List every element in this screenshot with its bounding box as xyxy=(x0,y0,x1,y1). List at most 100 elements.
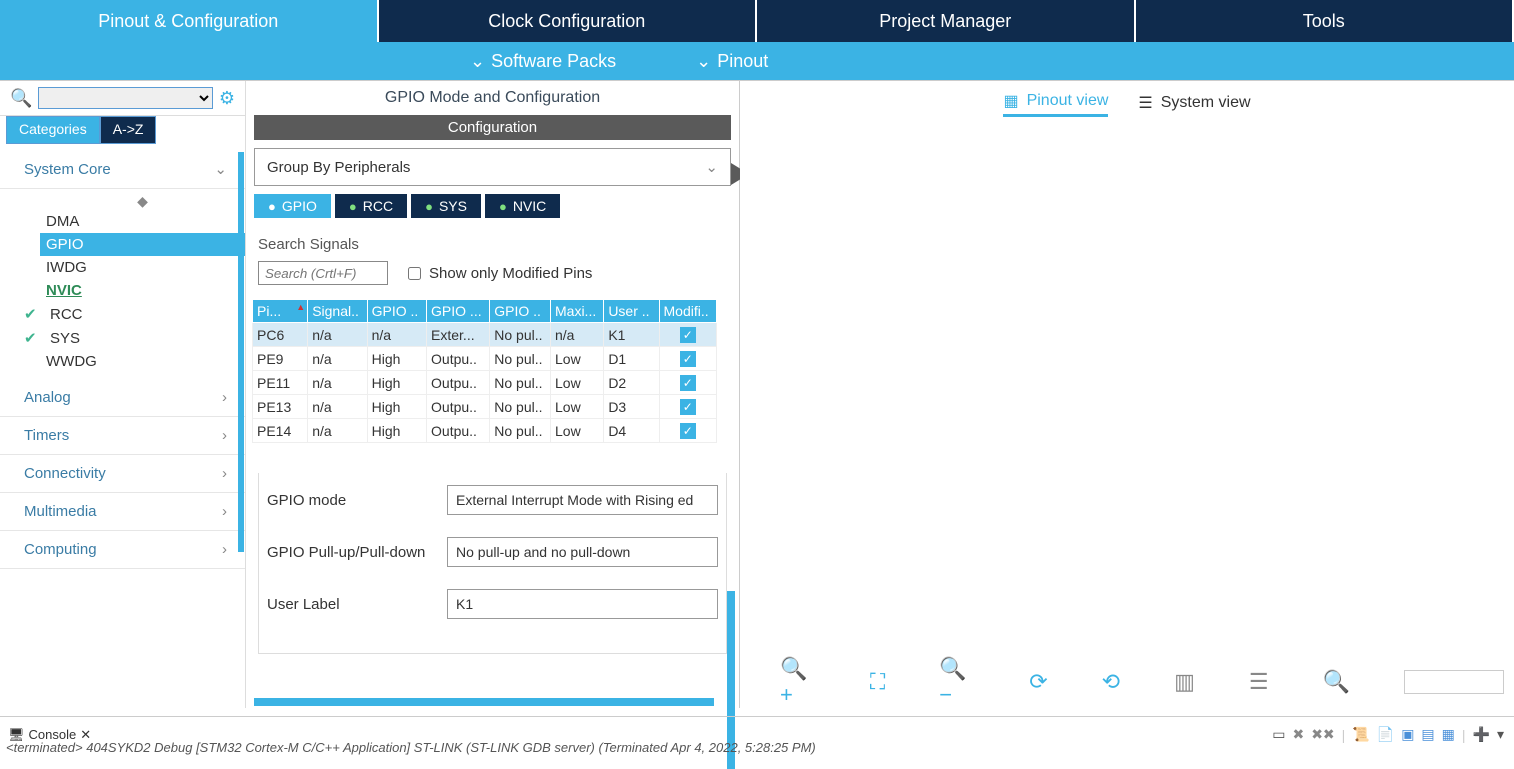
category-search-select[interactable] xyxy=(38,87,212,109)
pin-properties: GPIO mode External Interrupt Mode with R… xyxy=(258,473,727,654)
table-row[interactable]: PC6n/an/aExter...No pul..n/aK1✓ xyxy=(253,323,717,347)
table-row[interactable]: PE11n/aHighOutpu..No pul..LowD2✓ xyxy=(253,371,717,395)
sidebar-item-iwdg[interactable]: IWDG xyxy=(40,256,245,279)
col-gpio-1[interactable]: GPIO .. xyxy=(367,300,426,323)
scrollbar-horizontal[interactable] xyxy=(254,698,714,706)
subtab-sys[interactable]: ●SYS xyxy=(411,194,481,218)
chip-diagram[interactable]: PPPPPPPPPPPPPPPPPP PE2PE3PE4PE5PE6VBATPC… xyxy=(740,127,1514,607)
chevron-down-icon: ⌄ xyxy=(705,158,718,176)
section-computing[interactable]: Computing› xyxy=(0,531,245,569)
subtab-rcc[interactable]: ●RCC xyxy=(335,194,407,218)
system-view-button[interactable]: ☰System view xyxy=(1138,91,1250,117)
remove-all-icon[interactable]: ✖✖ xyxy=(1309,726,1336,743)
section-timers[interactable]: Timers› xyxy=(0,417,245,455)
col-gpio-2[interactable]: GPIO ... xyxy=(427,300,490,323)
up-down-icon[interactable]: ◆ xyxy=(40,193,245,210)
pinout-toolbar: 🔍+ ⛶ 🔍− ⟳ ⟲ ▥ ☰ 🔍 xyxy=(780,662,1504,702)
gpio-mode-label: GPIO mode xyxy=(267,492,447,509)
tab-clock-config[interactable]: Clock Configuration xyxy=(379,0,756,42)
col-gpio-3[interactable]: GPIO .. xyxy=(490,300,551,323)
check-icon: ✔ xyxy=(24,329,40,347)
tab-a-to-z[interactable]: A->Z xyxy=(100,116,157,144)
sidebar-item-gpio[interactable]: GPIO xyxy=(40,233,245,256)
console-terminated-text: <terminated> 404SYKD2 Debug [STM32 Corte… xyxy=(6,740,816,755)
rotate-ccw-button[interactable]: ⟲ xyxy=(1102,669,1120,695)
search-signals-label: Search Signals xyxy=(258,236,727,253)
display-selected-icon[interactable]: ▤ xyxy=(1419,726,1436,743)
panel-title: GPIO Mode and Configuration xyxy=(246,81,739,115)
section-system-core[interactable]: System Core⌄ xyxy=(0,150,245,189)
chevron-down-icon: ⌄ xyxy=(696,51,711,72)
group-by-select[interactable]: Group By Peripherals⌄ xyxy=(254,148,731,186)
sidebar-item-wwdg[interactable]: WWDG xyxy=(40,350,245,373)
sidebar-item-nvic[interactable]: NVIC xyxy=(40,279,245,302)
check-circle-icon: ● xyxy=(425,199,433,214)
gear-icon[interactable]: ⚙ xyxy=(219,88,235,109)
tab-categories[interactable]: Categories xyxy=(6,116,100,144)
zoom-in-button[interactable]: 🔍+ xyxy=(780,656,816,708)
chevron-down-icon: ⌄ xyxy=(214,160,227,178)
pinout-panel: ▦Pinout view ☰System view PPPPPPPPPPPPPP… xyxy=(740,81,1514,708)
chip-icon: ▦ xyxy=(1003,91,1018,111)
new-console-icon[interactable]: ➕ xyxy=(1471,726,1492,743)
clear-icon[interactable]: ✖ xyxy=(1290,726,1306,743)
search-icon[interactable]: 🔍 xyxy=(10,88,32,109)
sidebar-item-sys[interactable]: ✔SYS xyxy=(40,326,245,350)
show-only-checkbox[interactable] xyxy=(408,267,421,280)
section-connectivity[interactable]: Connectivity› xyxy=(0,455,245,493)
check-icon: ✓ xyxy=(680,327,696,343)
subtab-gpio[interactable]: ●GPIO xyxy=(254,194,331,218)
table-row[interactable]: PE14n/aHighOutpu..No pul..LowD4✓ xyxy=(253,419,717,443)
menu-pinout[interactable]: ⌄ Pinout xyxy=(696,51,768,72)
sidebar-item-dma[interactable]: DMA xyxy=(40,210,245,233)
search-pin-input[interactable] xyxy=(1404,670,1504,694)
configuration-header: Configuration xyxy=(254,115,731,140)
word-wrap-icon[interactable]: 📄 xyxy=(1375,726,1396,743)
check-icon: ✓ xyxy=(680,399,696,415)
table-row[interactable]: PE13n/aHighOutpu..No pul..LowD3✓ xyxy=(253,395,717,419)
gpio-pull-select[interactable]: No pull-up and no pull-down xyxy=(447,537,718,567)
chevron-down-icon: ⌄ xyxy=(470,51,485,72)
chevron-right-icon: › xyxy=(222,427,227,444)
sidebar: 🔍 ⚙ Categories A->Z System Core⌄ ◆ DMA G… xyxy=(0,81,246,708)
pin-console-icon[interactable]: ▣ xyxy=(1399,726,1416,743)
subtab-nvic[interactable]: ●NVIC xyxy=(485,194,560,218)
col-signal[interactable]: Signal.. xyxy=(308,300,367,323)
search-pin-button[interactable]: 🔍 xyxy=(1323,669,1350,695)
chevron-right-icon: › xyxy=(222,465,227,482)
minimize-icon[interactable]: ▾ xyxy=(1495,726,1506,743)
user-label-label: User Label xyxy=(267,596,447,613)
col-pin[interactable]: Pi...▲ xyxy=(253,300,308,323)
remove-launch-icon[interactable]: ▭ xyxy=(1270,726,1287,743)
open-console-icon[interactable]: ▦ xyxy=(1440,726,1457,743)
tab-project-manager[interactable]: Project Manager xyxy=(757,0,1134,42)
grid-button[interactable]: ☰ xyxy=(1249,669,1269,695)
user-label-input[interactable]: K1 xyxy=(447,589,718,619)
check-circle-icon: ● xyxy=(499,199,507,214)
search-signals-input[interactable] xyxy=(258,261,388,285)
chevron-right-icon: › xyxy=(222,541,227,558)
fit-button[interactable]: ⛶ xyxy=(870,669,885,695)
config-panel: GPIO Mode and Configuration Configuratio… xyxy=(246,81,740,708)
table-row[interactable]: PE9n/aHighOutpu..No pul..LowD1✓ xyxy=(253,347,717,371)
sidebar-item-rcc[interactable]: ✔RCC xyxy=(40,302,245,326)
check-icon: ✔ xyxy=(24,305,40,323)
pinout-view-button[interactable]: ▦Pinout view xyxy=(1003,91,1108,117)
tab-tools[interactable]: Tools xyxy=(1136,0,1513,42)
col-max[interactable]: Maxi... xyxy=(551,300,604,323)
list-icon: ☰ xyxy=(1138,93,1152,113)
gpio-mode-select[interactable]: External Interrupt Mode with Rising ed xyxy=(447,485,718,515)
zoom-out-button[interactable]: 🔍− xyxy=(939,656,975,708)
show-only-modified[interactable]: Show only Modified Pins xyxy=(408,265,592,282)
rotate-cw-button[interactable]: ⟳ xyxy=(1029,669,1047,695)
scrollbar[interactable] xyxy=(238,152,244,552)
layout-button[interactable]: ▥ xyxy=(1174,669,1195,695)
tab-pinout-config[interactable]: Pinout & Configuration xyxy=(0,0,377,42)
scroll-lock-icon[interactable]: 📜 xyxy=(1350,726,1371,743)
col-modified[interactable]: Modifi.. xyxy=(659,300,717,323)
menu-software-packs[interactable]: ⌄ Software Packs xyxy=(470,51,616,72)
section-multimedia[interactable]: Multimedia› xyxy=(0,493,245,531)
section-analog[interactable]: Analog› xyxy=(0,379,245,417)
col-user[interactable]: User .. xyxy=(604,300,659,323)
chevron-right-icon: › xyxy=(222,389,227,406)
